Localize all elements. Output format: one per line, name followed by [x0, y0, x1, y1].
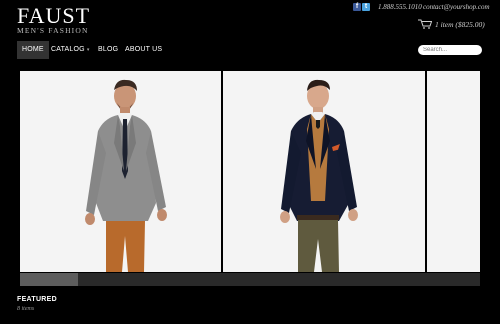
nav-item-about[interactable]: ABOUT US	[120, 41, 167, 59]
featured-heading: FEATURED	[17, 296, 57, 303]
nav-item-label: ABOUT US	[125, 46, 163, 53]
facebook-icon[interactable]: f	[353, 3, 361, 11]
grey-blazer-model-image	[20, 71, 221, 272]
nav-item-label: HOME	[22, 46, 44, 53]
twitter-icon[interactable]: t	[362, 3, 370, 11]
slide-image-3[interactable]	[427, 71, 480, 272]
partial-slide-image	[427, 71, 480, 272]
nav-item-label: BLOG	[98, 46, 119, 53]
search-input[interactable]	[418, 45, 482, 55]
nav-item-label: CATALOG	[51, 46, 85, 53]
hero-slider[interactable]	[18, 71, 482, 286]
slider-scrollbar-thumb[interactable]	[20, 273, 78, 286]
cart-icon[interactable]	[418, 19, 432, 29]
brand-title[interactable]: FAUST	[17, 5, 90, 27]
brand-tagline: MEN'S FASHION	[17, 26, 89, 35]
phone-number: 1.888.555.1010	[378, 3, 422, 11]
cart-summary-link[interactable]: 1 item ($825.00)	[435, 20, 485, 29]
nav-item-catalog[interactable]: CATALOG ▾	[46, 41, 95, 59]
featured-item-count: 8 items	[17, 306, 35, 312]
contact-email-link[interactable]: contact@yourshop.com	[423, 3, 490, 11]
nav-item-home[interactable]: HOME	[17, 41, 49, 59]
slider-scrollbar[interactable]	[20, 273, 480, 286]
main-nav: HOME CATALOG ▾ BLOG ABOUT US	[17, 41, 482, 59]
slide-image-1[interactable]	[20, 71, 221, 272]
navy-blazer-model-image	[223, 71, 425, 272]
chevron-down-icon: ▾	[86, 47, 90, 53]
slide-image-2[interactable]	[223, 71, 425, 272]
nav-item-blog[interactable]: BLOG	[93, 41, 123, 59]
